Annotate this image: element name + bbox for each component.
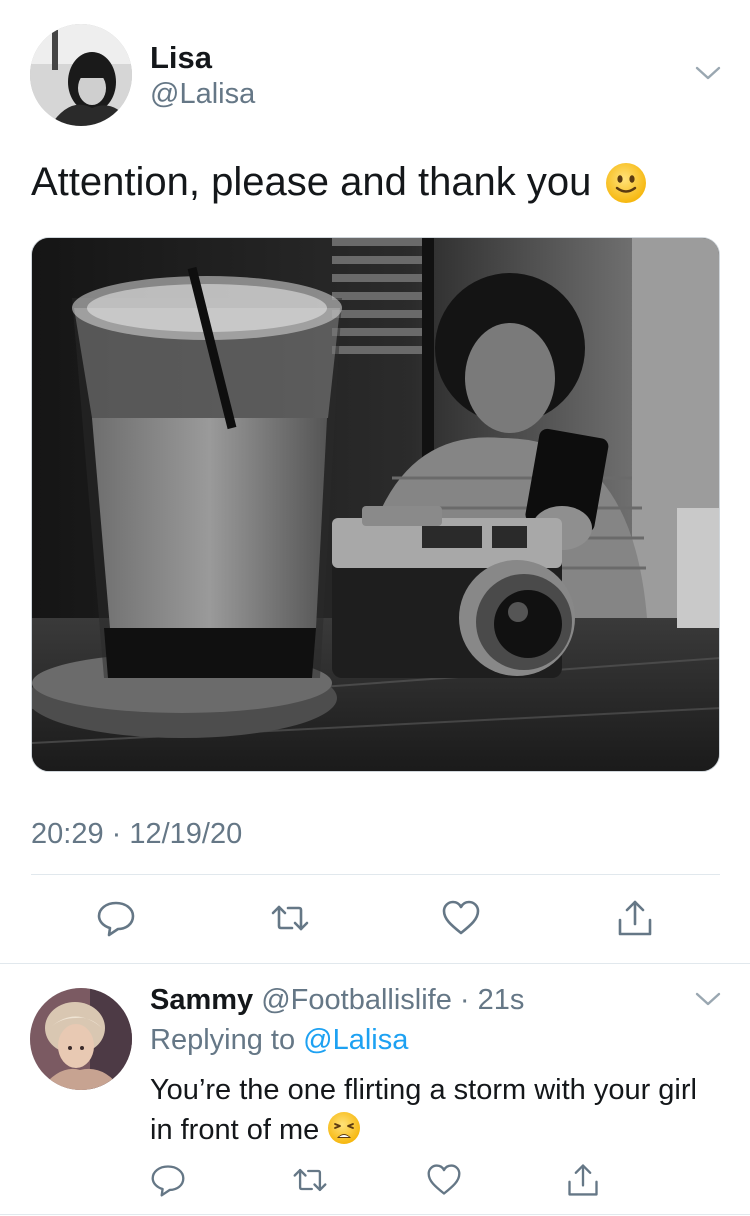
replying-to: Replying to @Lalisa xyxy=(150,1024,408,1057)
tweet-text: Attention, please and thank you xyxy=(31,160,647,205)
like-icon[interactable] xyxy=(424,1160,464,1200)
like-icon[interactable] xyxy=(441,898,481,938)
reply-header: Sammy @Footballislife · 21s xyxy=(150,984,524,1017)
author-name[interactable]: Lisa xyxy=(150,40,212,76)
avatar[interactable] xyxy=(30,988,132,1090)
tweet-timestamp[interactable]: 20:29 · 12/19/20 xyxy=(31,818,242,851)
replying-prefix: Replying to xyxy=(150,1024,296,1056)
avatar-photo xyxy=(30,988,132,1090)
replying-to-link[interactable]: @Lalisa xyxy=(303,1024,408,1056)
author-name[interactable]: Sammy xyxy=(150,984,253,1016)
main-tweet: Lisa @Lalisa Attention, please and thank… xyxy=(0,0,750,965)
reply-icon[interactable] xyxy=(96,898,136,938)
slightly-smiling-face-icon xyxy=(605,162,647,204)
retweet-icon[interactable] xyxy=(270,898,310,938)
reply-text: You’re the one flirting a storm with you… xyxy=(150,1070,720,1150)
chevron-down-icon[interactable] xyxy=(694,64,722,82)
chevron-down-icon[interactable] xyxy=(694,990,722,1008)
retweet-icon[interactable] xyxy=(290,1160,330,1200)
author-handle-time[interactable]: @Footballislife · 21s xyxy=(261,984,524,1016)
reply-icon[interactable] xyxy=(148,1160,188,1200)
tweet-text-content: Attention, please and thank you xyxy=(31,160,592,204)
reply-text-content: You’re the one flirting a storm with you… xyxy=(150,1074,697,1146)
tweet-photo[interactable] xyxy=(31,237,720,772)
avatar-photo xyxy=(30,24,132,126)
weary-face-icon xyxy=(327,1111,361,1145)
divider xyxy=(0,1214,750,1215)
avatar[interactable] xyxy=(30,24,132,126)
photo-image xyxy=(32,238,719,771)
divider xyxy=(31,874,720,875)
share-icon[interactable] xyxy=(615,898,655,938)
author-handle[interactable]: @Lalisa xyxy=(150,78,255,111)
divider xyxy=(0,963,750,964)
share-icon[interactable] xyxy=(563,1160,603,1200)
